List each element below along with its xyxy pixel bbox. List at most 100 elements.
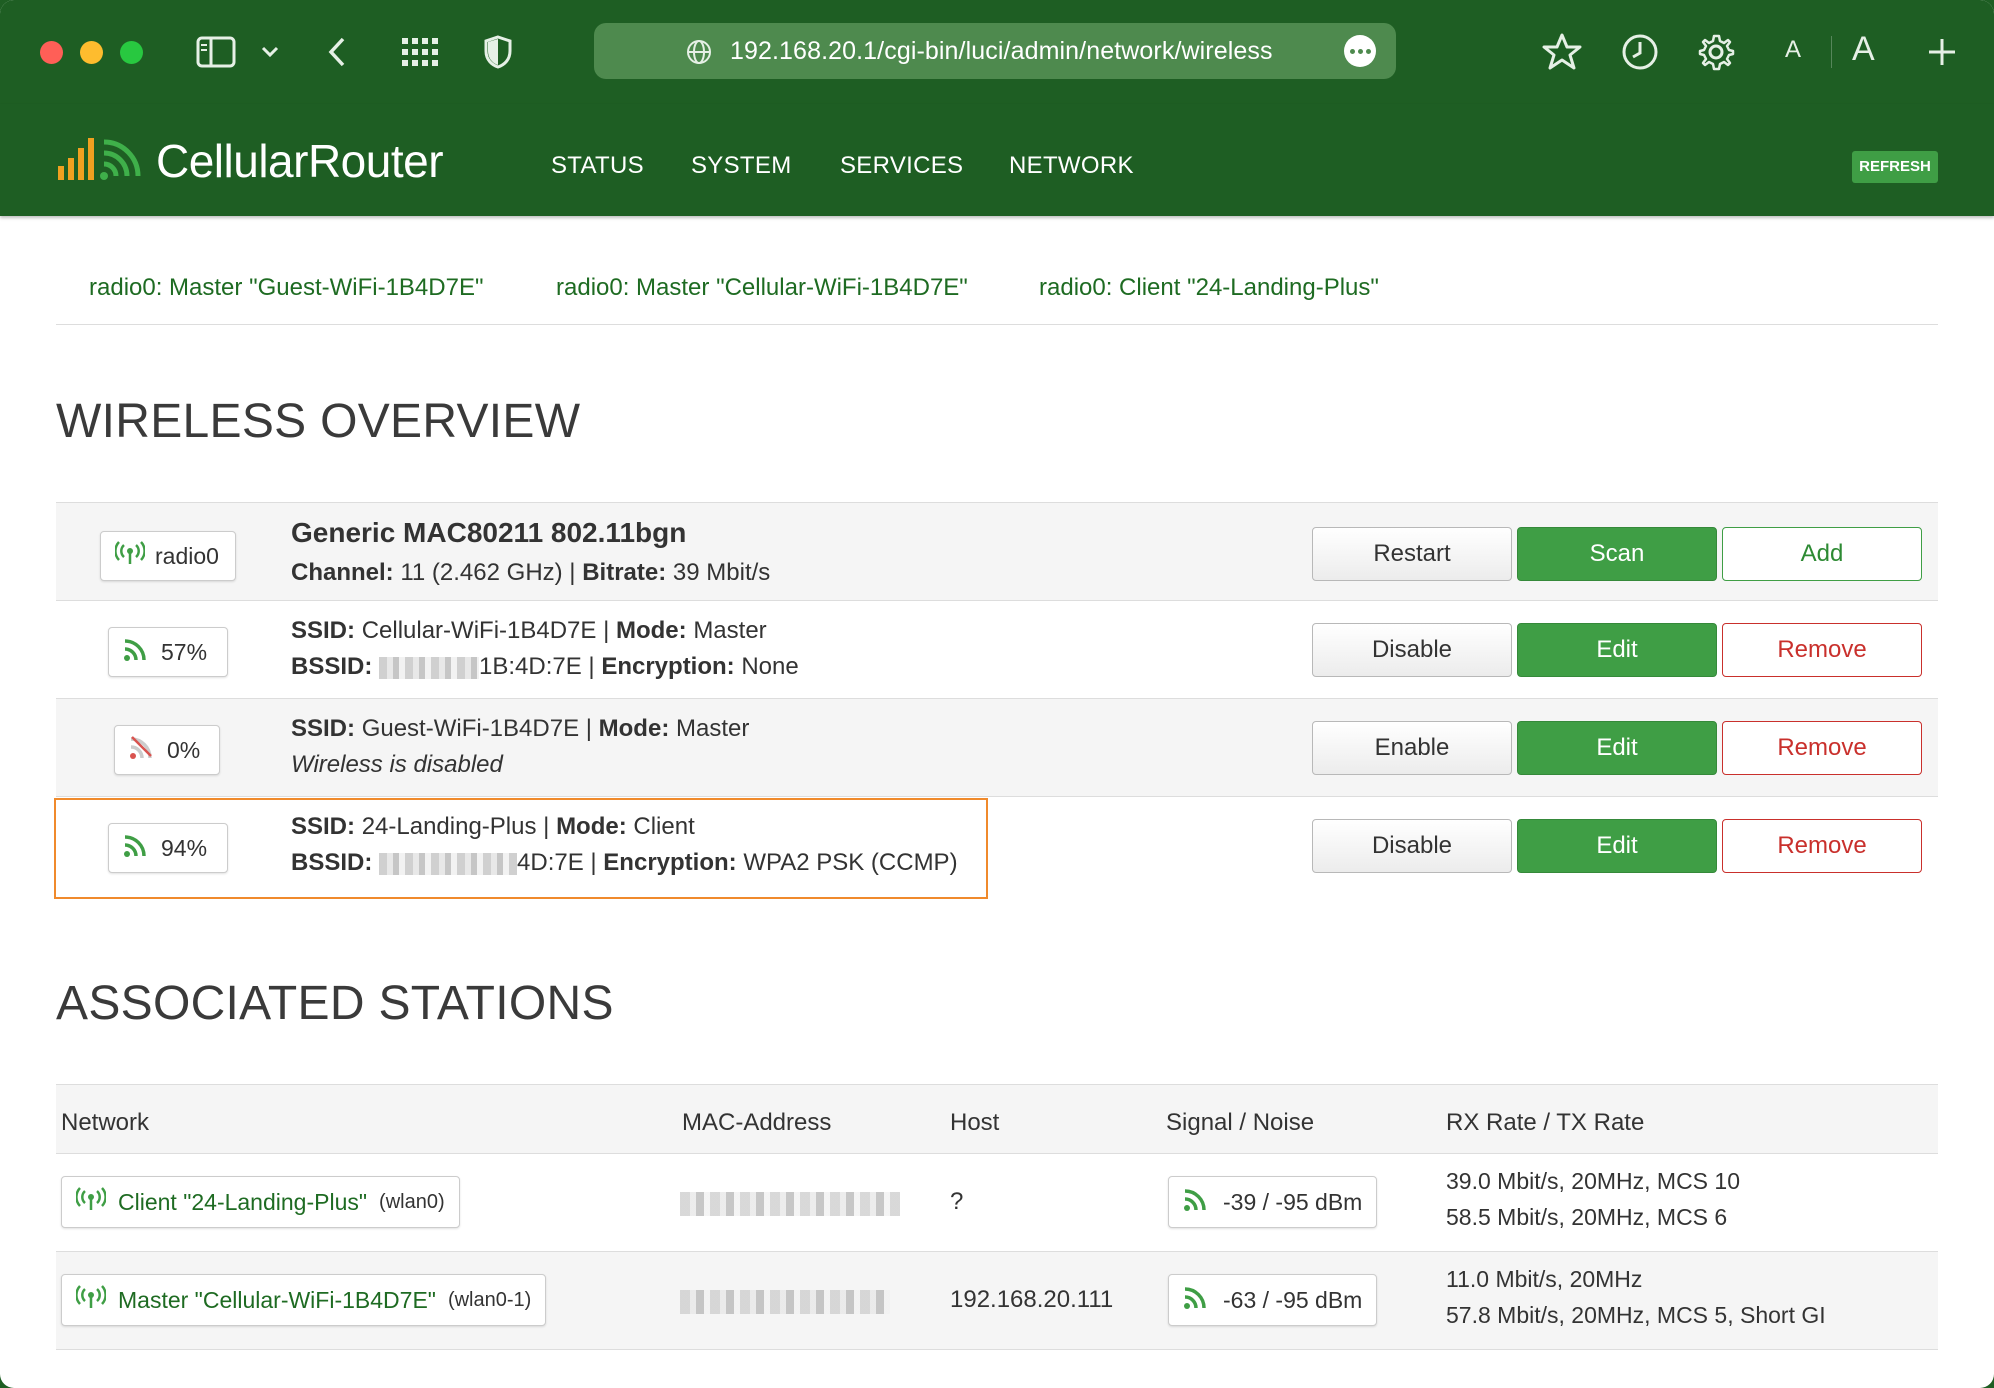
bssid-label: BSSID:	[291, 653, 373, 680]
station-network-badge[interactable]: Master "Cellular-WiFi-1B4D7E" (wlan0-1)	[61, 1274, 547, 1326]
edit-button[interactable]: Edit	[1517, 721, 1717, 775]
signal-noise-value: -63 / -95 dBm	[1223, 1286, 1363, 1313]
restart-button[interactable]: Restart	[1312, 527, 1512, 581]
station-network-badge[interactable]: Client "24-Landing-Plus" (wlan0)	[61, 1176, 460, 1228]
close-window-button[interactable]	[40, 41, 63, 64]
radio-badge: radio0	[100, 531, 236, 581]
radio-row: radio0 Generic MAC80211 802.11bgn Channe…	[56, 502, 1938, 600]
increase-font-button[interactable]: A	[1852, 30, 1875, 69]
edit-button[interactable]: Edit	[1517, 623, 1717, 677]
antenna-icon	[75, 1187, 107, 1217]
wireless-overview-title: WIRELESS OVERVIEW	[56, 395, 581, 448]
remove-button[interactable]: Remove	[1722, 721, 1922, 775]
station-network-name: Master "Cellular-WiFi-1B4D7E"	[118, 1286, 436, 1313]
ssid-label: SSID:	[291, 715, 356, 742]
privacy-shield-icon[interactable]	[482, 30, 514, 74]
address-bar[interactable]: 192.168.20.1/cgi-bin/luci/admin/network/…	[594, 23, 1396, 79]
ssid-value: Guest-WiFi-1B4D7E	[361, 715, 580, 742]
wifi-signal-icon	[1183, 1186, 1211, 1218]
mac-address-redacted	[680, 1290, 890, 1314]
nav-status[interactable]: STATUS	[551, 152, 644, 180]
minimize-window-button[interactable]	[80, 41, 103, 64]
radio-name: Generic MAC80211 802.11bgn	[291, 517, 687, 548]
tab-guest-wifi[interactable]: radio0: Master "Guest-WiFi-1B4D7E"	[89, 274, 484, 302]
mode-label: Mode:	[598, 715, 670, 742]
radio-badge-label: radio0	[155, 542, 219, 569]
ssid-line: SSID: Guest-WiFi-1B4D7E | Mode: Master	[291, 715, 750, 742]
cellular-signal-logo-icon	[56, 134, 142, 189]
signal-noise-badge: -63 / -95 dBm	[1168, 1274, 1378, 1326]
remove-button[interactable]: Remove	[1722, 623, 1922, 677]
column-network: Network	[61, 1109, 150, 1136]
encryption-label: Encryption:	[601, 653, 735, 680]
tx-rate: 57.8 Mbit/s, 20MHz, MCS 5, Short GI	[1446, 1302, 1826, 1328]
signal-noise-value: -39 / -95 dBm	[1223, 1188, 1363, 1215]
back-arrow-icon[interactable]	[322, 30, 352, 74]
tab-cellular-wifi[interactable]: radio0: Master "Cellular-WiFi-1B4D7E"	[556, 274, 968, 302]
decrease-font-button[interactable]: A	[1785, 36, 1801, 64]
toolbar-divider	[1831, 36, 1832, 68]
network-row-guest-wifi: 0% SSID: Guest-WiFi-1B4D7E | Mode: Maste…	[56, 698, 1938, 796]
nav-system[interactable]: SYSTEM	[691, 152, 791, 180]
ssid-line: SSID: Cellular-WiFi-1B4D7E | Mode: Maste…	[291, 617, 767, 644]
url-text[interactable]: 192.168.20.1/cgi-bin/luci/admin/network/…	[730, 23, 1273, 79]
column-host: Host	[950, 1109, 1000, 1136]
wifi-disabled-icon	[129, 734, 157, 766]
remove-button[interactable]: Remove	[1722, 819, 1922, 873]
settings-gear-icon[interactable]	[1696, 30, 1736, 74]
station-host: 192.168.20.111	[950, 1286, 1114, 1313]
nav-network[interactable]: NETWORK	[1009, 152, 1134, 180]
sidebar-toggle-icon[interactable]	[194, 30, 238, 74]
stations-table-header: Network MAC-Address Host Signal / Noise …	[56, 1084, 1938, 1154]
history-clock-icon[interactable]	[1620, 30, 1660, 74]
bookmark-star-icon[interactable]	[1542, 30, 1582, 74]
page-options-icon[interactable]	[1344, 35, 1376, 67]
signal-badge: 57%	[108, 627, 228, 677]
brand-name[interactable]: CellularRouter	[156, 134, 444, 188]
nav-services[interactable]: SERVICES	[840, 152, 963, 180]
enable-button[interactable]: Enable	[1312, 721, 1512, 775]
scan-button[interactable]: Scan	[1517, 527, 1717, 581]
bssid-line: BSSID: 1B:4D:7E | Encryption: None	[291, 653, 799, 680]
associated-stations-title: ASSOCIATED STATIONS	[56, 977, 614, 1030]
tx-rate: 58.5 Mbit/s, 20MHz, MCS 6	[1446, 1204, 1728, 1230]
radio-details: Channel: 11 (2.462 GHz) | Bitrate: 39 Mb…	[291, 559, 771, 586]
chevron-down-icon[interactable]	[258, 30, 282, 74]
ssid-value: Cellular-WiFi-1B4D7E	[361, 617, 597, 644]
mac-address-redacted	[680, 1192, 900, 1216]
highlighted-client-network-box	[54, 798, 988, 899]
new-tab-plus-icon[interactable]	[1924, 30, 1960, 74]
mode-value: Master	[675, 715, 750, 742]
ssid-label: SSID:	[291, 617, 356, 644]
station-network-name: Client "24-Landing-Plus"	[118, 1188, 368, 1215]
mode-label: Mode:	[615, 617, 687, 644]
tab-overview-grid-icon[interactable]	[398, 30, 442, 74]
zoom-window-button[interactable]	[120, 41, 143, 64]
add-button[interactable]: Add	[1722, 527, 1922, 581]
signal-percent: 0%	[167, 736, 201, 763]
antenna-icon	[75, 1285, 107, 1315]
browser-toolbar: 192.168.20.1/cgi-bin/luci/admin/network/…	[0, 0, 1994, 104]
disabled-status: Wireless is disabled	[291, 751, 503, 778]
bitrate-label: Bitrate:	[582, 559, 667, 586]
disable-button[interactable]: Disable	[1312, 819, 1512, 873]
bssid-tail: 1B:4D:7E	[479, 653, 582, 680]
rx-rate: 11.0 Mbit/s, 20MHz	[1446, 1266, 1643, 1292]
globe-icon	[686, 39, 712, 70]
rx-rate: 39.0 Mbit/s, 20MHz, MCS 10	[1446, 1168, 1740, 1194]
signal-percent: 57%	[161, 638, 208, 665]
signal-badge: 0%	[114, 725, 220, 775]
network-row-cellular-wifi: 57% SSID: Cellular-WiFi-1B4D7E | Mode: M…	[56, 600, 1938, 698]
mode-value: Master	[693, 617, 767, 644]
disable-button[interactable]: Disable	[1312, 623, 1512, 677]
bssid-redacted	[379, 656, 480, 679]
browser-window: 192.168.20.1/cgi-bin/luci/admin/network/…	[0, 0, 1994, 1388]
signal-noise-badge: -39 / -95 dBm	[1168, 1176, 1378, 1228]
tab-client-landing[interactable]: radio0: Client "24-Landing-Plus"	[1039, 274, 1379, 302]
refresh-button[interactable]: REFRESH	[1852, 151, 1938, 183]
interface-tabs: radio0: Master "Guest-WiFi-1B4D7E" radio…	[56, 254, 1938, 325]
wifi-signal-icon	[123, 636, 151, 668]
table-row: Client "24-Landing-Plus" (wlan0) ? -39 /…	[56, 1154, 1938, 1252]
edit-button[interactable]: Edit	[1517, 819, 1717, 873]
table-row: Master "Cellular-WiFi-1B4D7E" (wlan0-1) …	[56, 1252, 1938, 1350]
